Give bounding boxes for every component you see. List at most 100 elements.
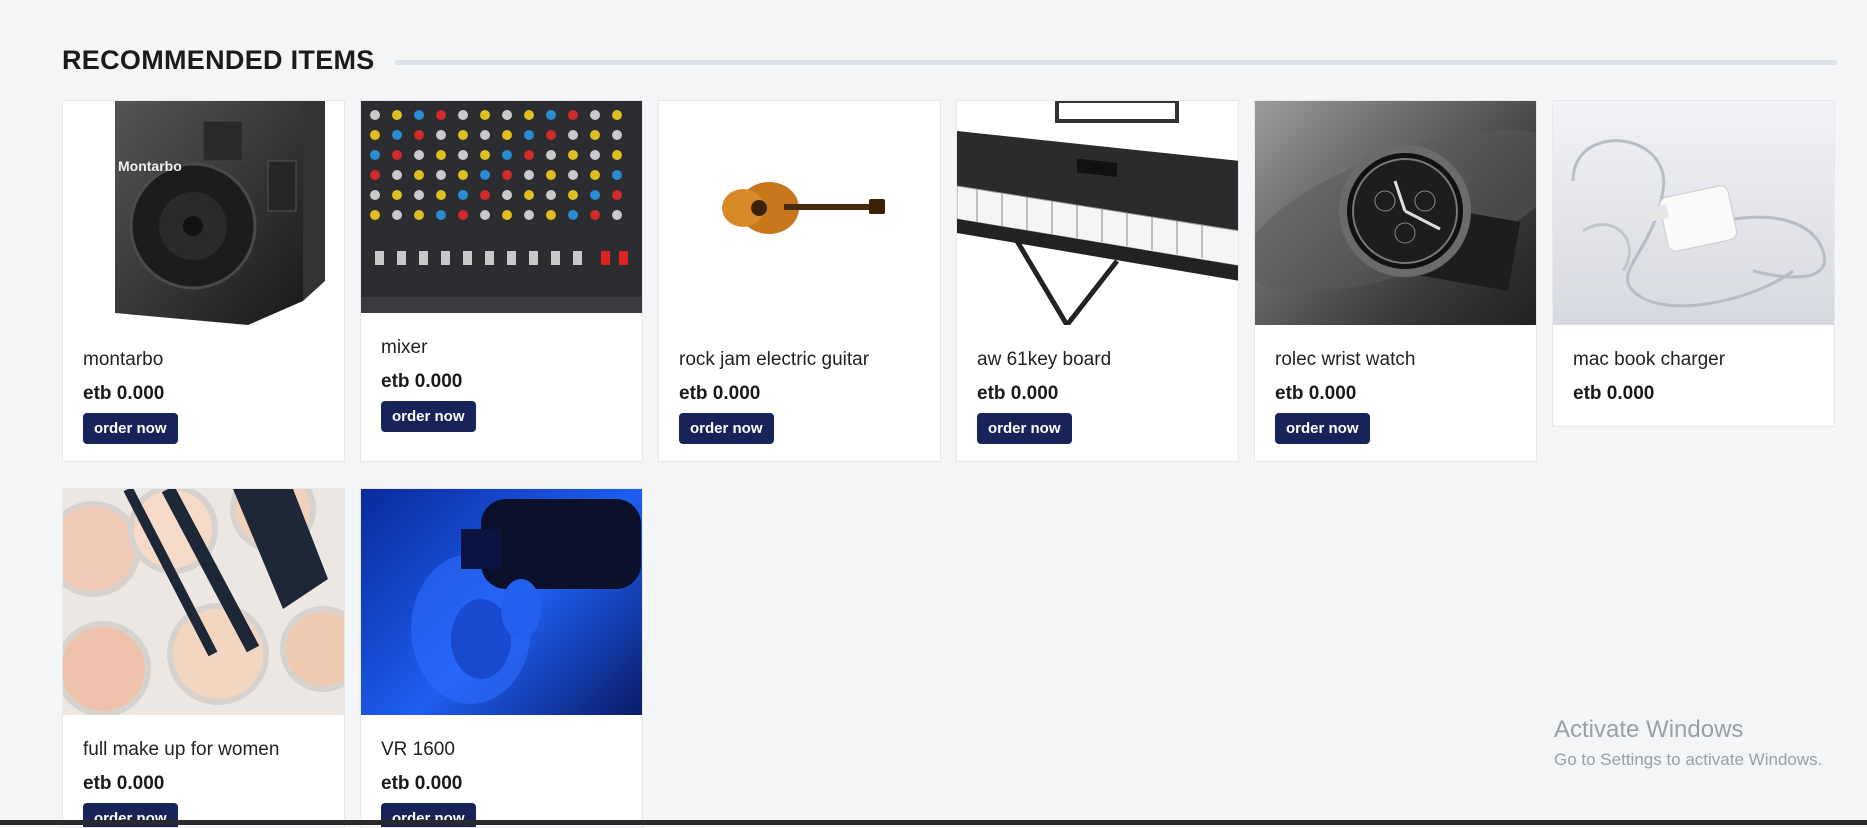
activate-windows-watermark: Activate Windows Go to Settings to activ… bbox=[1554, 716, 1822, 770]
mixer-knob bbox=[502, 150, 512, 160]
mixer-knob bbox=[480, 130, 490, 140]
product-name: rolec wrist watch bbox=[1275, 349, 1416, 370]
mixer-knob bbox=[568, 170, 578, 180]
mixer-knob bbox=[612, 170, 622, 180]
mixer-knob bbox=[392, 170, 402, 180]
order-now-button[interactable]: order now bbox=[381, 401, 476, 432]
mixer-knob bbox=[590, 150, 600, 160]
mixer-knob bbox=[370, 170, 380, 180]
mixer-knob bbox=[524, 210, 534, 220]
mixer-knob bbox=[370, 130, 380, 140]
mixer-knob bbox=[414, 170, 424, 180]
mixer-knob bbox=[546, 210, 556, 220]
product-name: rock jam electric guitar bbox=[679, 349, 870, 370]
mixer-knob bbox=[414, 150, 424, 160]
watermark-title: Activate Windows bbox=[1554, 716, 1744, 743]
mixer-knob bbox=[414, 190, 424, 200]
mixer-knob bbox=[392, 210, 402, 220]
watch-image[interactable] bbox=[1255, 101, 1536, 325]
mixer-knob bbox=[546, 110, 556, 120]
speaker-image[interactable]: Montarbo bbox=[63, 101, 344, 325]
mixer-knob bbox=[568, 130, 578, 140]
product-card-mixer[interactable]: mixer etb 0.000 order now bbox=[360, 100, 643, 462]
taskbar-edge bbox=[0, 820, 1867, 825]
mixer-knob bbox=[436, 190, 446, 200]
mixer-knob bbox=[414, 210, 424, 220]
product-price: etb 0.000 bbox=[83, 383, 165, 404]
mixer-knob bbox=[568, 150, 578, 160]
mixer-knob bbox=[370, 190, 380, 200]
mixer-knob bbox=[392, 110, 402, 120]
product-card-montarbo[interactable]: Montarbo montarbo etb 0.000 order now bbox=[62, 100, 345, 462]
mixer-knob bbox=[546, 150, 556, 160]
mixer-knob bbox=[612, 150, 622, 160]
product-card-watch[interactable]: rolec wrist watch etb 0.000 order now bbox=[1254, 100, 1537, 462]
product-name: montarbo bbox=[83, 349, 164, 370]
product-card-keyboard[interactable]: aw 61key board etb 0.000 order now bbox=[956, 100, 1239, 462]
watermark-subtitle: Go to Settings to activate Windows. bbox=[1554, 750, 1823, 769]
product-name: aw 61key board bbox=[977, 349, 1112, 370]
mixer-knob bbox=[502, 190, 512, 200]
mixer-knob bbox=[502, 210, 512, 220]
mixer-image[interactable] bbox=[361, 101, 642, 313]
keyboard-image[interactable] bbox=[957, 101, 1238, 325]
product-card-guitar[interactable]: rock jam electric guitar etb 0.000 order… bbox=[658, 100, 941, 462]
mixer-knob bbox=[480, 210, 490, 220]
mixer-knob bbox=[568, 110, 578, 120]
mixer-knob bbox=[392, 190, 402, 200]
mixer-knob bbox=[590, 170, 600, 180]
mixer-knob bbox=[524, 110, 534, 120]
mixer-knob bbox=[458, 130, 468, 140]
mixer-knob bbox=[392, 130, 402, 140]
mixer-knob bbox=[524, 170, 534, 180]
product-card-vr[interactable]: VR 1600 etb 0.000 order now bbox=[360, 488, 643, 828]
mixer-knob bbox=[392, 150, 402, 160]
product-price: etb 0.000 bbox=[977, 383, 1059, 404]
mixer-knob bbox=[546, 130, 556, 140]
section-title: RECOMMENDED ITEMS bbox=[62, 44, 375, 75]
mixer-knob bbox=[480, 110, 490, 120]
product-price: etb 0.000 bbox=[83, 773, 165, 794]
mixer-knob bbox=[546, 190, 556, 200]
mixer-knob bbox=[436, 110, 446, 120]
order-now-button[interactable]: order now bbox=[83, 413, 178, 444]
guitar-image[interactable] bbox=[659, 101, 940, 325]
makeup-image[interactable] bbox=[63, 489, 344, 715]
mixer-knob bbox=[502, 130, 512, 140]
section-header: RECOMMENDED ITEMS bbox=[62, 42, 1837, 78]
mixer-knob bbox=[590, 210, 600, 220]
mixer-knob bbox=[546, 170, 556, 180]
mixer-knob bbox=[502, 110, 512, 120]
mixer-knob bbox=[458, 110, 468, 120]
product-price: etb 0.000 bbox=[381, 371, 463, 392]
mixer-knob bbox=[370, 210, 380, 220]
mixer-knob bbox=[568, 190, 578, 200]
product-price: etb 0.000 bbox=[679, 383, 761, 404]
product-name: VR 1600 bbox=[381, 739, 455, 760]
mixer-knob bbox=[590, 130, 600, 140]
section-divider bbox=[394, 59, 1837, 65]
product-name: full make up for women bbox=[83, 739, 280, 760]
mixer-knob bbox=[370, 110, 380, 120]
product-card-makeup[interactable]: full make up for women etb 0.000 order n… bbox=[62, 488, 345, 828]
product-price: etb 0.000 bbox=[1573, 383, 1655, 404]
mixer-knob bbox=[612, 130, 622, 140]
mixer-knob bbox=[480, 150, 490, 160]
mixer-knob bbox=[458, 210, 468, 220]
mixer-knob bbox=[436, 210, 446, 220]
mixer-knob bbox=[524, 150, 534, 160]
mixer-knob bbox=[612, 190, 622, 200]
product-name: mixer bbox=[381, 337, 428, 358]
mixer-knob bbox=[568, 210, 578, 220]
charger-image[interactable] bbox=[1553, 101, 1834, 325]
order-now-button[interactable]: order now bbox=[1275, 413, 1370, 444]
mixer-knob bbox=[590, 110, 600, 120]
order-now-button[interactable]: order now bbox=[679, 413, 774, 444]
order-now-button[interactable]: order now bbox=[977, 413, 1072, 444]
product-card-charger[interactable]: mac book charger etb 0.000 bbox=[1552, 100, 1835, 427]
product-name: mac book charger bbox=[1573, 349, 1726, 370]
mixer-knob bbox=[612, 210, 622, 220]
speaker-brand-logo: Montarbo bbox=[118, 158, 182, 174]
mixer-knob bbox=[480, 170, 490, 180]
vr-headset-image[interactable] bbox=[361, 489, 642, 715]
